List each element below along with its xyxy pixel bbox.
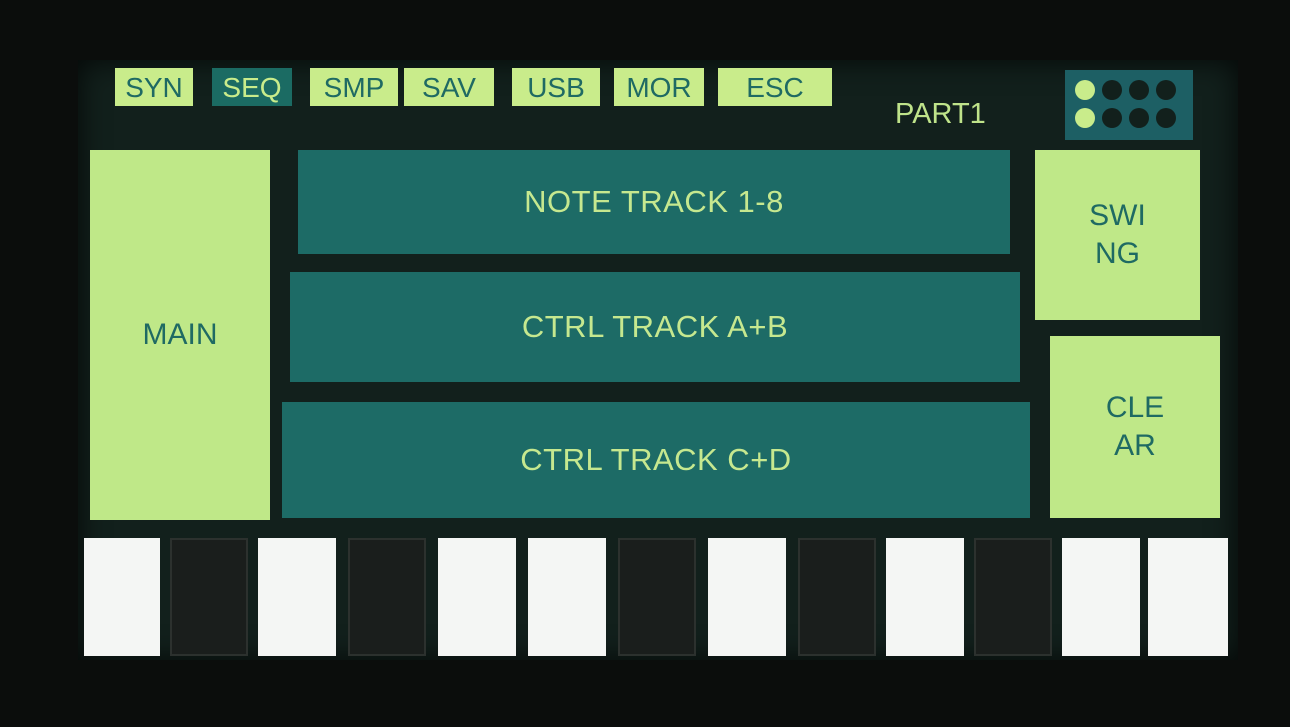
piano-key-black[interactable] — [170, 538, 248, 656]
voice-dot-icon — [1075, 108, 1095, 128]
piano-key-black[interactable] — [974, 538, 1052, 656]
piano-key-white[interactable] — [708, 538, 786, 656]
track-label: NOTE TRACK 1-8 — [524, 184, 784, 219]
ctrl-track-ab-button[interactable]: CTRL TRACK A+B — [290, 272, 1020, 382]
piano-key-white[interactable] — [1148, 538, 1228, 656]
piano-key-black[interactable] — [618, 538, 696, 656]
track-label: CTRL TRACK A+B — [521, 309, 789, 344]
part-label: PART1 — [895, 98, 986, 130]
piano-key-white[interactable] — [886, 538, 964, 656]
ctrl-track-cd-button[interactable]: CTRL TRACK C+D — [282, 402, 1030, 518]
voice-dot-icon — [1075, 80, 1095, 100]
piano-key-white[interactable] — [258, 538, 336, 656]
clear-label-line1: CLE — [1105, 391, 1165, 424]
swing-button[interactable]: SWI NG — [1035, 150, 1200, 320]
voice-dot-icon — [1102, 80, 1122, 100]
voice-indicator — [1065, 70, 1193, 140]
swing-label-line1: SWI — [1089, 199, 1146, 232]
tab-sav[interactable]: SAV — [404, 68, 494, 106]
tab-esc[interactable]: ESC — [718, 68, 832, 106]
track-label: CTRL TRACK C+D — [520, 442, 792, 477]
voice-dot-icon — [1156, 80, 1176, 100]
piano-key-white[interactable] — [84, 538, 160, 656]
tab-seq[interactable]: SEQ — [212, 68, 292, 106]
voice-dot-icon — [1156, 108, 1176, 128]
piano-key-white[interactable] — [1062, 538, 1140, 656]
main-button-label: MAIN — [142, 318, 218, 351]
voice-dot-icon — [1129, 108, 1149, 128]
note-track-button[interactable]: NOTE TRACK 1-8 — [298, 150, 1010, 254]
tab-syn[interactable]: SYN — [115, 68, 193, 106]
piano-key-black[interactable] — [348, 538, 426, 656]
tab-mor[interactable]: MOR — [614, 68, 704, 106]
clear-label-line2: AR — [1114, 429, 1156, 462]
voice-dot-icon — [1129, 80, 1149, 100]
piano-key-white[interactable] — [438, 538, 516, 656]
tab-smp[interactable]: SMP — [310, 68, 398, 106]
piano-key-black[interactable] — [798, 538, 876, 656]
swing-label-line2: NG — [1095, 237, 1140, 270]
voice-dot-icon — [1102, 108, 1122, 128]
tab-usb[interactable]: USB — [512, 68, 600, 106]
main-button[interactable]: MAIN — [90, 150, 270, 520]
clear-button[interactable]: CLE AR — [1050, 336, 1220, 518]
piano-key-white[interactable] — [528, 538, 606, 656]
